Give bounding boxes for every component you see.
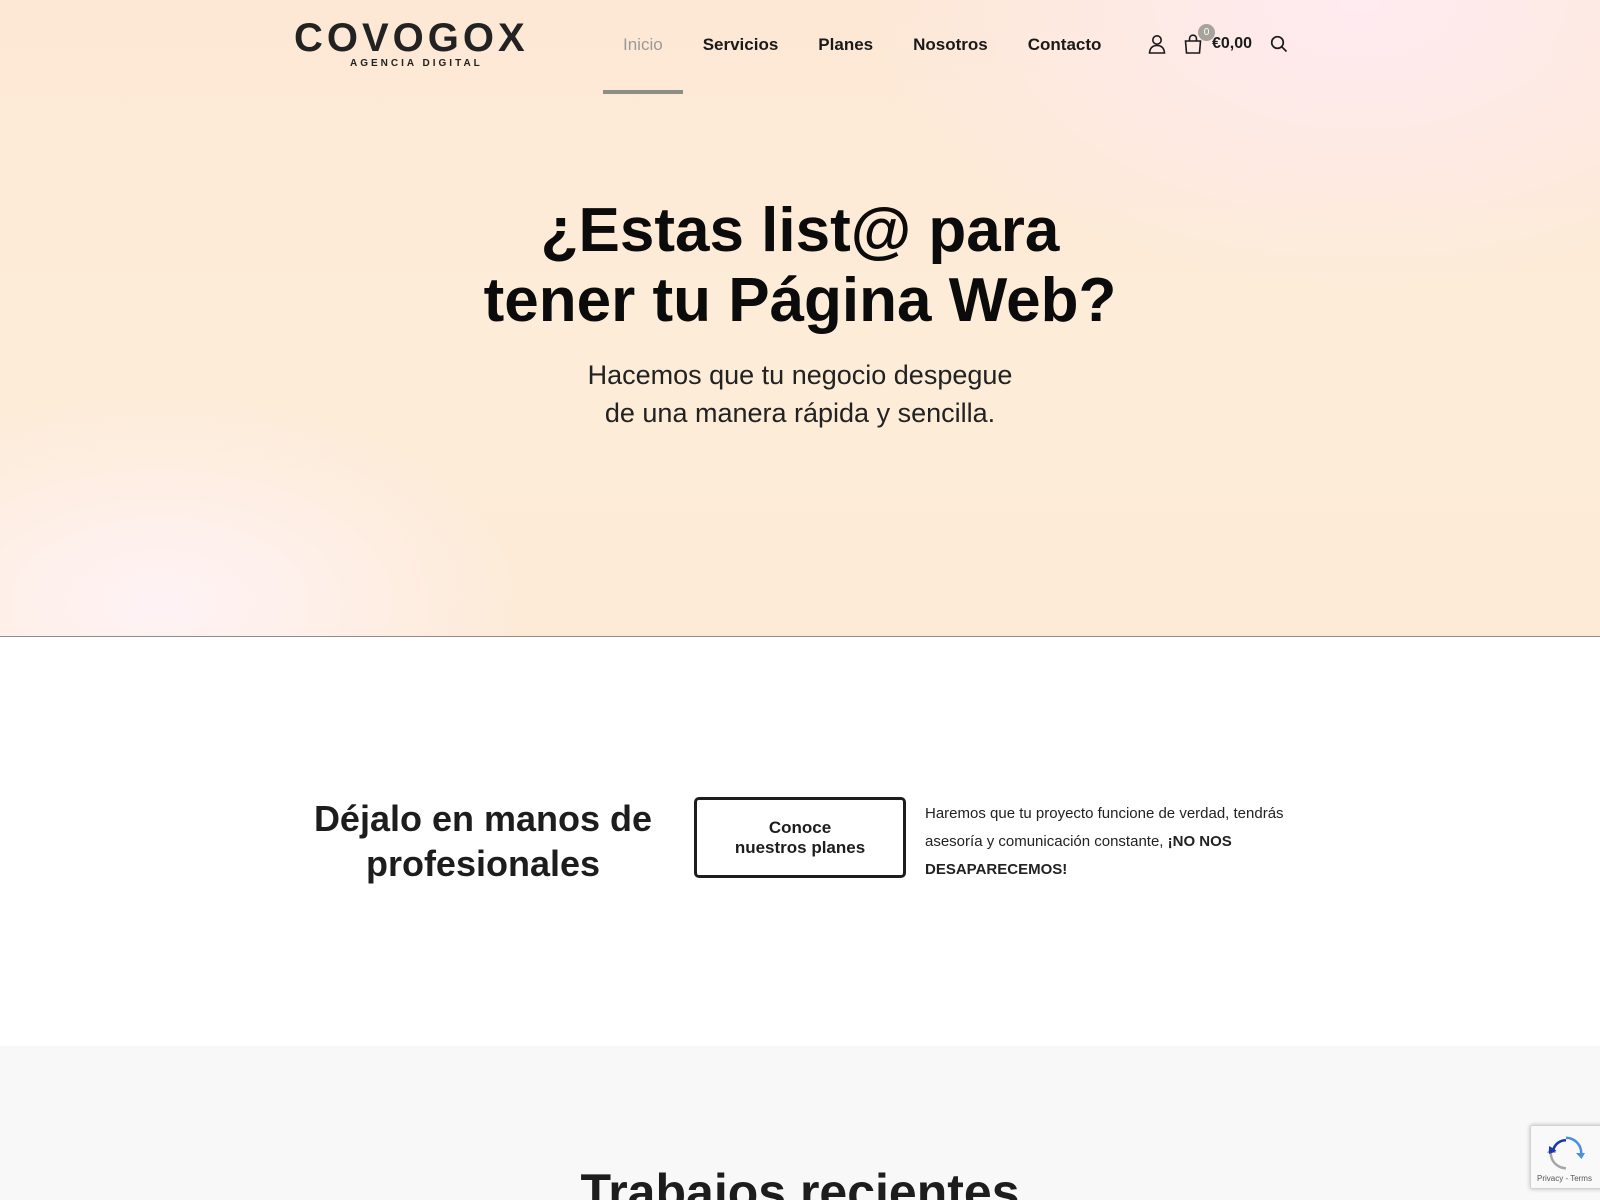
user-icon[interactable]	[1148, 34, 1166, 54]
nav-item-inicio[interactable]: Inicio	[603, 0, 683, 94]
professionals-description: Haremos que tu proyecto funcione de verd…	[925, 800, 1305, 884]
recaptcha-links[interactable]: Privacy - Terms	[1537, 1174, 1592, 1183]
cart-button[interactable]: 0 €0,00	[1184, 24, 1253, 54]
hero-subtitle: Hacemos que tu negocio despegue de una m…	[500, 356, 1100, 432]
nav-item-contacto[interactable]: Contacto	[1008, 0, 1122, 94]
professionals-heading: Déjalo en manos de profesionales	[290, 796, 676, 886]
brand-logo[interactable]: COVOGOX AGENCIA DIGITAL	[294, 18, 526, 72]
hero-subtitle-line2: de una manera rápida y sencilla.	[604, 398, 996, 428]
brand-name: COVOGOX	[294, 16, 529, 60]
cart-count-badge: 0	[1198, 24, 1215, 41]
professionals-heading-line1: Déjalo en manos de	[313, 798, 653, 839]
search-icon[interactable]	[1270, 35, 1288, 53]
nav-item-planes[interactable]: Planes	[798, 0, 893, 94]
nav-item-servicios[interactable]: Servicios	[683, 0, 799, 94]
hero-title: ¿Estas list@ para tener tu Página Web?	[400, 196, 1200, 336]
recaptcha-badge[interactable]: Privacy - Terms	[1530, 1125, 1600, 1189]
hero-subtitle-line1: Hacemos que tu negocio despegue	[587, 360, 1013, 390]
view-plans-button[interactable]: Conoce nuestros planes	[694, 797, 906, 878]
professionals-heading-line2: profesionales	[365, 843, 601, 884]
nav-item-nosotros[interactable]: Nosotros	[893, 0, 1008, 94]
recaptcha-icon	[1547, 1136, 1585, 1170]
recent-works-section: Trabajos recientes	[0, 1046, 1600, 1200]
hero-title-line1: ¿Estas list@ para	[540, 196, 1060, 265]
cart-total: €0,00	[1212, 35, 1253, 52]
brand-tagline: AGENCIA DIGITAL	[350, 58, 483, 69]
recent-works-title: Trabajos recientes	[580, 1164, 1020, 1200]
hero-section: COVOGOX AGENCIA DIGITAL Inicio Servicios…	[0, 0, 1600, 637]
header-tools: 0 €0,00	[1148, 24, 1288, 58]
main-nav: Inicio Servicios Planes Nosotros Contact…	[603, 0, 1121, 94]
view-plans-button-line1: Conoce	[768, 817, 832, 837]
view-plans-button-line2: nuestros planes	[734, 837, 866, 857]
hero-title-line2: tener tu Página Web?	[483, 266, 1117, 335]
